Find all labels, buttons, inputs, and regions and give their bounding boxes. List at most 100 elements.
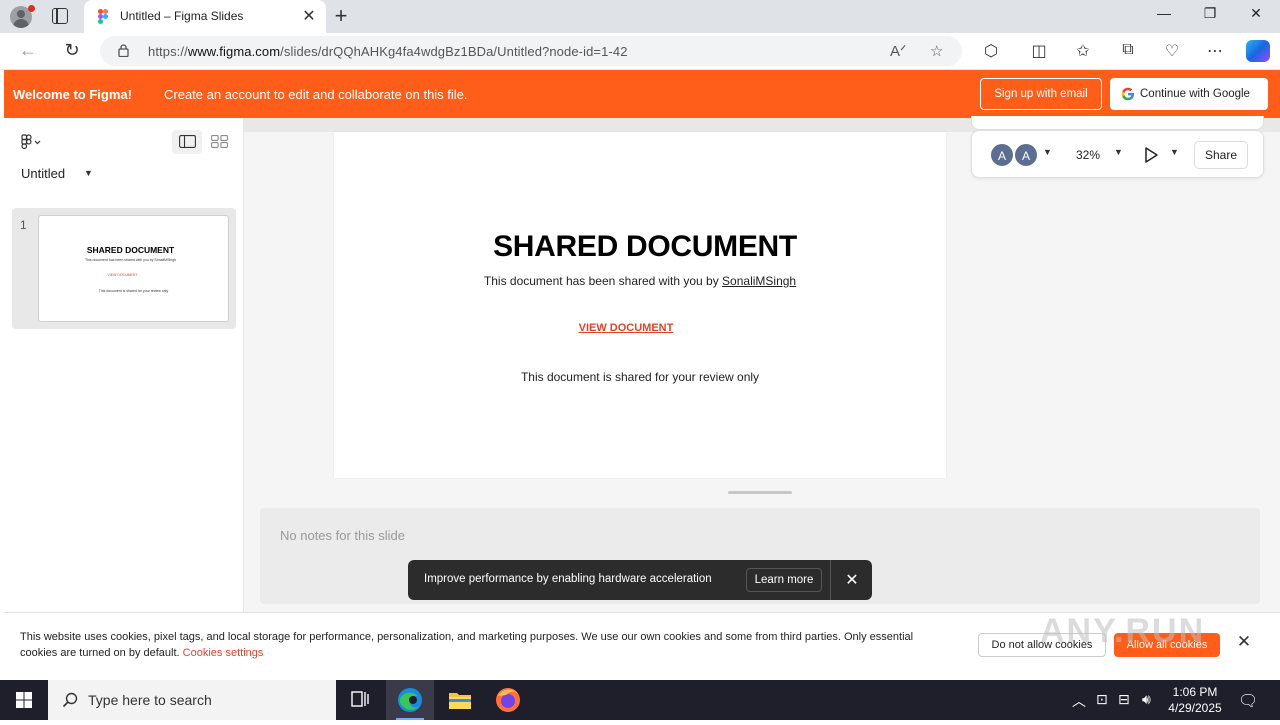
grid-view-icon	[211, 135, 228, 148]
tab-title: Untitled – Figma Slides	[120, 9, 244, 23]
google-icon	[1121, 87, 1134, 101]
close-icon[interactable]: ✕	[842, 570, 862, 590]
edge-icon	[398, 688, 422, 712]
notes-resize-handle[interactable]	[728, 491, 792, 494]
windows-taskbar: Type here to search ︿ ⊡ ⊟ 🔊︎ 1:06 PM 4/2…	[0, 680, 1280, 720]
hardware-acceleration-toast: Improve performance by enabling hardware…	[408, 560, 872, 600]
slide-title: SHARED DOCUMENT	[493, 230, 797, 263]
minimize-button[interactable]: —	[1144, 5, 1184, 21]
slide-list-item[interactable]: 1 SHARED DOCUMENT This document has been…	[12, 208, 236, 329]
learn-more-button[interactable]: Learn more	[746, 568, 822, 592]
tab-close-icon[interactable]: ✕	[300, 6, 318, 26]
back-icon[interactable]: ←	[16, 40, 40, 61]
chevron-down-icon[interactable]: ▼	[1043, 147, 1052, 157]
main-menu-button[interactable]	[20, 134, 42, 153]
refresh-icon[interactable]: ↻	[60, 40, 84, 61]
zoom-dropdown[interactable]: 32% ▼	[1066, 142, 1126, 168]
more-menu-icon[interactable]: ⋯	[1204, 41, 1226, 61]
avatar[interactable]: A	[1014, 143, 1038, 167]
slide-number: 1	[20, 218, 27, 232]
system-clock[interactable]: 1:06 PM 4/29/2025	[1160, 684, 1230, 716]
figma-favicon-icon	[98, 9, 108, 24]
favorites-icon[interactable]: ✩	[1072, 41, 1094, 61]
windows-logo-icon	[16, 692, 32, 708]
slides-panel: Untitled ▼ 1 SHARED DOCUMENT This docume…	[4, 118, 244, 612]
single-view-button[interactable]	[172, 130, 202, 154]
grid-view-button[interactable]	[204, 130, 234, 154]
play-icon[interactable]	[1140, 144, 1162, 166]
file-explorer-taskbar-app[interactable]	[436, 680, 484, 720]
single-slide-view-icon	[179, 135, 196, 148]
lock-icon	[118, 44, 129, 57]
zoom-value: 32%	[1076, 148, 1101, 162]
slide-note-text: This document is shared for your review …	[520, 370, 760, 384]
edge-taskbar-app[interactable]	[386, 680, 434, 720]
volume-icon[interactable]: 🔊︎	[1142, 691, 1151, 708]
current-slide[interactable]: SHARED DOCUMENT This document has been s…	[334, 132, 946, 478]
slide-thumbnail[interactable]: SHARED DOCUMENT This document has been s…	[38, 215, 229, 322]
taskbar-search-input[interactable]: Type here to search	[48, 680, 336, 720]
firefox-icon	[496, 688, 520, 712]
notes-placeholder: No notes for this slide	[280, 528, 406, 543]
collections-icon[interactable]: ⧉	[1117, 41, 1139, 59]
split-screen-icon[interactable]: ◫	[1028, 41, 1050, 61]
url-input[interactable]: https://www.figma.com/slides/drQQhAHKg4f…	[100, 36, 962, 66]
search-icon	[62, 692, 78, 708]
thumb-title: SHARED DOCUMENT	[86, 245, 175, 255]
file-name[interactable]: Untitled	[21, 166, 65, 181]
figma-welcome-banner: Welcome to Figma! Create an account to e…	[4, 70, 1280, 118]
toolbar-top-edge	[971, 116, 1264, 130]
figma-menu-icon	[21, 134, 41, 150]
network-icon[interactable]: ⊡	[1096, 691, 1108, 708]
continue-google-button[interactable]: Continue with Google	[1110, 78, 1268, 110]
clock-time: 1:06 PM	[1172, 685, 1218, 699]
shared-by-user: SonaliMSingh	[722, 274, 797, 288]
view-toggle	[170, 130, 236, 154]
start-button[interactable]	[0, 680, 48, 720]
chevron-down-icon: ▼	[1114, 147, 1123, 157]
copilot-icon[interactable]	[1246, 40, 1270, 62]
thumb-link: VIEW DOCUMENT	[107, 273, 138, 277]
task-view-button[interactable]	[336, 680, 384, 720]
search-placeholder: Type here to search	[88, 692, 212, 708]
address-bar-row: ← ↻ https://www.figma.com/slides/drQQhAH…	[0, 33, 1280, 70]
chevron-down-icon[interactable]: ▼	[84, 168, 93, 178]
chevron-down-icon[interactable]: ▼	[1170, 147, 1179, 157]
signup-email-button[interactable]: Sign up with email	[980, 78, 1102, 110]
browser-essentials-icon[interactable]: ♡	[1161, 41, 1183, 61]
share-button[interactable]: Share	[1194, 141, 1248, 169]
cookie-settings-link[interactable]: Cookies settings	[183, 647, 264, 659]
slide-canvas: SHARED DOCUMENT This document has been s…	[244, 118, 1280, 612]
firefox-taskbar-app[interactable]	[484, 680, 532, 720]
view-document-link[interactable]: VIEW DOCUMENT	[334, 322, 946, 334]
anyrun-watermark: ANY.RUN	[1040, 612, 1206, 650]
new-tab-button[interactable]: +	[330, 3, 352, 29]
restore-button[interactable]: ❐	[1190, 5, 1230, 22]
notifications-icon[interactable]: 🗨︎	[1238, 691, 1258, 711]
window-close-button[interactable]: ✕	[1236, 5, 1276, 22]
favorite-star-icon[interactable]: ☆	[930, 42, 943, 60]
thumb-subtitle: This document has been shared with you b…	[84, 258, 177, 262]
presentation-toolbar: A A ▼ 32% ▼ ▼ Share	[971, 130, 1264, 178]
browser-tab-active[interactable]: Untitled – Figma Slides ✕	[84, 0, 326, 33]
toast-message: Improve performance by enabling hardware…	[424, 573, 712, 585]
slide-subtitle: This document has been shared with you b…	[483, 274, 797, 288]
chevron-up-icon[interactable]: ︿	[1072, 691, 1086, 711]
extensions-icon[interactable]: ⬡	[980, 41, 1002, 61]
url-text: https://www.figma.com/slides/drQQhAHKg4f…	[148, 44, 628, 59]
thumb-note: This document is shared for your review …	[98, 289, 169, 293]
browser-tab-bar: Untitled – Figma Slides ✕ + — ❐ ✕	[0, 0, 1280, 33]
ethernet-icon[interactable]: ⊟	[1118, 691, 1130, 708]
folder-icon	[449, 693, 471, 709]
avatar[interactable]: A	[990, 143, 1014, 167]
banner-message: Create an account to edit and collaborat…	[164, 87, 468, 102]
banner-welcome: Welcome to Figma!	[13, 87, 132, 102]
task-view-icon	[351, 691, 369, 707]
google-button-label: Continue with Google	[1140, 88, 1250, 100]
close-icon[interactable]: ✕	[1234, 632, 1254, 652]
clock-date: 4/29/2025	[1168, 701, 1222, 715]
tab-actions-icon[interactable]	[52, 8, 68, 24]
toast-divider	[830, 560, 831, 600]
read-aloud-icon[interactable]: Aᐟ	[890, 42, 906, 60]
notification-dot	[28, 5, 35, 12]
